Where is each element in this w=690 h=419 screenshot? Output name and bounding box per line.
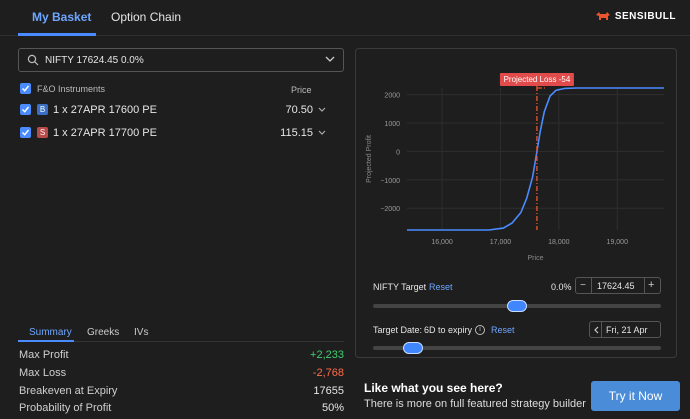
x-tick-labels: 16,000 17,000 18,000 19,000: [431, 239, 628, 246]
y-tick-label: 2000: [384, 93, 400, 100]
leg-2-price[interactable]: 115.15: [280, 127, 313, 139]
days-to-expiry: 6D to expiry: [424, 325, 473, 335]
leg-1-price[interactable]: 70.50: [285, 104, 313, 116]
select-all-checkbox[interactable]: [20, 83, 31, 94]
breakeven-value: 17655: [313, 385, 344, 397]
increment-button[interactable]: +: [648, 279, 654, 291]
target-change-pct: 0.0%: [551, 282, 572, 292]
stepper-divider: [601, 322, 602, 337]
tab-ivs[interactable]: IVs: [134, 327, 148, 338]
check-icon: [22, 106, 30, 113]
y-tick-label: −1000: [380, 178, 400, 185]
chevron-down-icon[interactable]: [318, 130, 326, 136]
target-price-input[interactable]: 17624.45: [597, 281, 635, 291]
active-subtab-underline: [18, 340, 74, 342]
chevron-left-icon[interactable]: [593, 326, 599, 334]
search-value: NIFTY 17624.45 0.0%: [45, 55, 144, 66]
tab-summary[interactable]: Summary: [29, 327, 72, 338]
max-profit-value: +2,233: [310, 349, 344, 361]
max-loss-label: Max Loss: [19, 367, 67, 379]
tab-my-basket[interactable]: My Basket: [32, 10, 91, 24]
tab-option-chain[interactable]: Option Chain: [111, 10, 181, 24]
target-price-stepper: − 17624.45 +: [575, 277, 661, 294]
leg-1-checkbox[interactable]: [20, 104, 31, 115]
max-loss-value: -2,768: [312, 367, 344, 379]
x-tick-label: 16,000: [431, 239, 453, 246]
brand-name: SENSIBULL: [614, 10, 676, 22]
summary-tabs: Summary Greeks IVs: [18, 324, 344, 342]
active-tab-underline: [18, 33, 96, 36]
bull-icon: [595, 12, 610, 20]
x-tick-label: 17,000: [490, 239, 512, 246]
cta-subtitle: There is more on full featured strategy …: [364, 398, 586, 410]
x-axis-label: Price: [528, 255, 544, 262]
payoff-series-line: [407, 87, 664, 231]
x-tick-label: 19,000: [607, 239, 629, 246]
brand-logo: SENSIBULL: [595, 10, 676, 22]
chevron-down-icon[interactable]: [318, 107, 326, 113]
check-icon: [22, 85, 30, 92]
leg-2-instrument: 1 x 27APR 17700 PE: [53, 127, 157, 139]
y-tick-label: 0: [396, 149, 400, 156]
y-tick-labels: 2000 1000 0 −1000 −2000: [380, 93, 400, 214]
payoff-chart: 2000 1000 0 −1000 −2000 16,000 17,000 18,000 19…: [366, 73, 664, 262]
sell-badge[interactable]: S: [37, 127, 48, 138]
decrement-button[interactable]: −: [580, 280, 586, 291]
nifty-target-label: NIFTY Target: [373, 282, 427, 292]
x-tick-label: 18,000: [548, 239, 570, 246]
top-bar: My Basket Option Chain SENSIBULL: [0, 0, 690, 36]
info-icon[interactable]: i: [475, 325, 485, 335]
buy-badge[interactable]: B: [37, 104, 48, 115]
check-icon: [22, 129, 30, 136]
target-date-label: Target Date:: [373, 325, 423, 335]
y-axis-label: Projected Profit: [366, 135, 373, 183]
y-tick-label: −2000: [380, 206, 400, 213]
underlying-search-input[interactable]: NIFTY 17624.45 0.0%: [18, 48, 344, 72]
instruments-header: F&O Instruments: [37, 84, 106, 94]
date-stepper: Fri, 21 Apr: [589, 321, 661, 338]
leg-2-checkbox[interactable]: [20, 127, 31, 138]
try-it-now-button[interactable]: Try it Now: [591, 381, 680, 411]
probability-label: Probability of Profit: [19, 402, 112, 414]
tab-greeks[interactable]: Greeks: [87, 327, 119, 338]
date-slider-handle[interactable]: [402, 342, 423, 354]
price-header: Price: [291, 85, 312, 95]
search-icon: [27, 54, 39, 66]
probability-value: 50%: [321, 402, 344, 414]
chevron-down-icon[interactable]: [325, 56, 335, 63]
target-reset-link[interactable]: Reset: [429, 282, 453, 292]
breakeven-label: Breakeven at Expiry: [19, 385, 118, 397]
target-date-value[interactable]: Fri, 21 Apr: [606, 325, 648, 335]
target-slider-handle[interactable]: [507, 300, 527, 312]
stepper-divider: [591, 278, 592, 293]
projected-loss-label: Projected Loss -54: [504, 75, 571, 84]
stepper-divider: [644, 278, 645, 293]
max-profit-label: Max Profit: [19, 349, 69, 361]
date-reset-link[interactable]: Reset: [491, 325, 515, 335]
cta-title: Like what you see here?: [364, 381, 503, 395]
leg-1-instrument: 1 x 27APR 17600 PE: [53, 104, 157, 116]
y-tick-label: 1000: [384, 121, 400, 128]
